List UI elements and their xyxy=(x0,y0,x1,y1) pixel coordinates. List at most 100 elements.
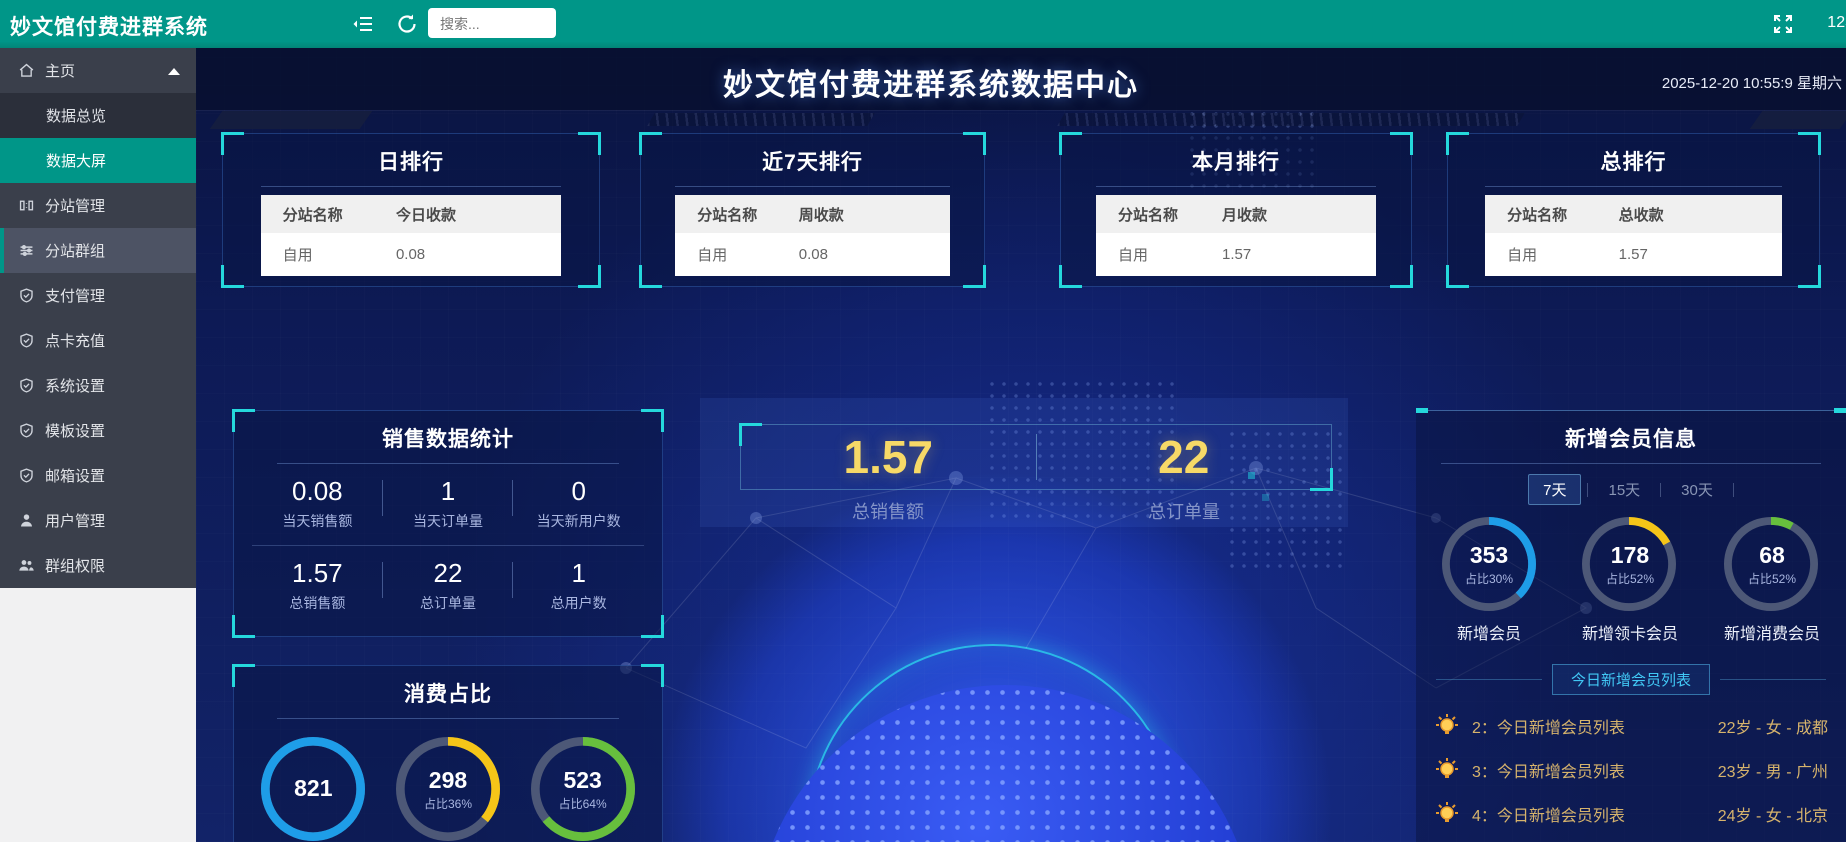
member-text: 4：今日新增会员列表 xyxy=(1472,802,1625,826)
sliders-icon xyxy=(18,242,35,259)
cell-site-name: 自用 xyxy=(1096,244,1222,265)
card-title: 本月排行 xyxy=(1061,134,1411,176)
period-tabs: 7天 15天 30天 xyxy=(1416,474,1846,505)
sidebar-item-substation-group[interactable]: 分站群组 xyxy=(0,228,196,273)
sidebar-item-group-permission[interactable]: 群组权限 xyxy=(0,543,196,588)
donut-value: 298 xyxy=(429,767,467,794)
user-icon xyxy=(18,512,35,529)
member-detail: 24岁 - 女 - 北京 xyxy=(1718,802,1828,826)
donut-label: 新增消费会员 xyxy=(1724,620,1820,644)
globe-decoration xyxy=(755,685,1255,842)
sidebar-item-data-overview[interactable]: 数据总览 xyxy=(0,93,196,138)
divider xyxy=(277,718,619,719)
stat-label: 当天订单量 xyxy=(383,511,514,531)
member-text: 3：今日新增会员列表 xyxy=(1472,758,1625,782)
search-input[interactable] xyxy=(438,9,550,39)
card-title: 销售数据统计 xyxy=(234,411,662,453)
sidebar-item-label: 群组权限 xyxy=(45,555,105,576)
member-list-header: 今日新增会员列表 xyxy=(1436,664,1826,695)
sidebar-item-home[interactable]: 主页 xyxy=(0,48,196,93)
sidebar-item-payment[interactable]: 支付管理 xyxy=(0,273,196,318)
menu-fold-icon[interactable] xyxy=(352,13,374,35)
donut-ratio: 占比64% xyxy=(559,795,607,812)
divider xyxy=(675,186,949,187)
stat-total-orders: 22 总订单量 xyxy=(383,546,514,627)
sidebar: 主页 数据总览 数据大屏 分站管理 分站群组 支付管理 xyxy=(0,48,196,588)
divider xyxy=(1660,483,1661,497)
stat-label: 总用户数 xyxy=(513,593,644,613)
tick-decoration xyxy=(1834,408,1846,413)
member-list-item[interactable]: 4：今日新增会员列表 24岁 - 女 - 北京 xyxy=(1434,800,1828,827)
sidebar-item-card-recharge[interactable]: 点卡充值 xyxy=(0,318,196,363)
today-members-list-button[interactable]: 今日新增会员列表 xyxy=(1552,664,1710,695)
new-card-members-donut-chart: 178 占比52% 新增领卡会员 xyxy=(1582,517,1678,644)
lightbulb-icon xyxy=(1434,801,1460,827)
bevel-decoration xyxy=(1750,111,1846,129)
shield-check-icon xyxy=(18,422,35,439)
divider xyxy=(1436,679,1542,680)
sidebar-item-template-settings[interactable]: 模板设置 xyxy=(0,408,196,453)
total-ranking-card: 总排行 分站名称总收款 自用1.57 xyxy=(1447,133,1820,287)
member-list-item[interactable]: 2：今日新增会员列表 22岁 - 女 - 成都 xyxy=(1434,712,1828,739)
stat-value: 1 xyxy=(383,476,514,507)
shield-check-icon xyxy=(18,332,35,349)
ranking-table: 分站名称月收款 自用1.57 xyxy=(1096,195,1376,276)
donut-value: 178 xyxy=(1611,542,1649,569)
column-header: 总收款 xyxy=(1619,204,1782,225)
donut-value: 821 xyxy=(294,775,332,802)
header-decoration-band xyxy=(196,110,1846,133)
fullscreen-icon[interactable] xyxy=(1772,13,1794,35)
member-detail: 23岁 - 男 - 广州 xyxy=(1718,758,1828,782)
tab-7days[interactable]: 7天 xyxy=(1528,474,1581,505)
totals-box: 1.57 22 xyxy=(740,424,1332,490)
stat-value: 0.08 xyxy=(252,476,383,507)
sidebar-item-data-screen[interactable]: 数据大屏 xyxy=(0,138,196,183)
cell-site-name: 自用 xyxy=(1485,244,1619,265)
total-orders-label: 总订单量 xyxy=(1036,498,1332,524)
donut-value: 68 xyxy=(1759,542,1785,569)
sidebar-item-user-manage[interactable]: 用户管理 xyxy=(0,498,196,543)
ranking-table: 分站名称周收款 自用0.08 xyxy=(675,195,949,276)
stat-label: 总订单量 xyxy=(383,593,514,613)
columns-icon xyxy=(18,197,35,214)
tab-30days[interactable]: 30天 xyxy=(1667,475,1727,504)
stats-row: 0.08 当天销售额 1 当天订单量 0 当天新用户数 xyxy=(252,464,644,546)
sidebar-item-label: 邮箱设置 xyxy=(45,465,105,486)
donut-value: 523 xyxy=(563,767,601,794)
member-list-item[interactable]: 3：今日新增会员列表 23岁 - 男 - 广州 xyxy=(1434,756,1828,783)
sidebar-item-email-settings[interactable]: 邮箱设置 xyxy=(0,453,196,498)
stats-row: 1.57 总销售额 22 总订单量 1 总用户数 xyxy=(252,546,644,627)
sidebar-item-label: 数据总览 xyxy=(46,105,106,126)
table-row: 自用1.57 xyxy=(1096,233,1376,276)
cell-site-name: 自用 xyxy=(261,244,396,265)
stat-value: 1 xyxy=(513,558,644,589)
consumption-donut-chart: 298 占比36% xyxy=(396,737,500,841)
tab-15days[interactable]: 15天 xyxy=(1594,475,1654,504)
new-members-panel: 新增会员信息 7天 15天 30天 353 占比30% 新增会员 xyxy=(1416,410,1846,842)
users-icon xyxy=(18,557,35,574)
donut-ratio: 占比30% xyxy=(1465,570,1513,587)
sidebar-item-substation-manage[interactable]: 分站管理 xyxy=(0,183,196,228)
divider xyxy=(1096,186,1376,187)
cell-amount: 1.57 xyxy=(1222,246,1376,263)
refresh-icon[interactable] xyxy=(396,13,418,35)
sidebar-item-label: 分站群组 xyxy=(45,240,105,261)
lightbulb-icon xyxy=(1434,713,1460,739)
sidebar-item-system-settings[interactable]: 系统设置 xyxy=(0,363,196,408)
sidebar-item-label: 模板设置 xyxy=(45,420,105,441)
table-row: 自用1.57 xyxy=(1485,233,1782,276)
new-consuming-members-donut-chart: 68 占比52% 新增消费会员 xyxy=(1724,517,1820,644)
stat-value: 1.57 xyxy=(252,558,383,589)
shield-check-icon xyxy=(18,287,35,304)
table-row: 自用0.08 xyxy=(261,233,562,276)
stat-value: 0 xyxy=(513,476,644,507)
card-title: 近7天排行 xyxy=(641,134,984,176)
donut-value: 353 xyxy=(1470,542,1508,569)
hatch-decoration xyxy=(1057,113,1525,126)
total-sales-label: 总销售额 xyxy=(740,498,1036,524)
card-title: 日排行 xyxy=(223,134,599,176)
divider xyxy=(1720,679,1826,680)
shield-check-icon xyxy=(18,467,35,484)
card-title: 总排行 xyxy=(1448,134,1819,176)
column-header: 月收款 xyxy=(1222,204,1376,225)
